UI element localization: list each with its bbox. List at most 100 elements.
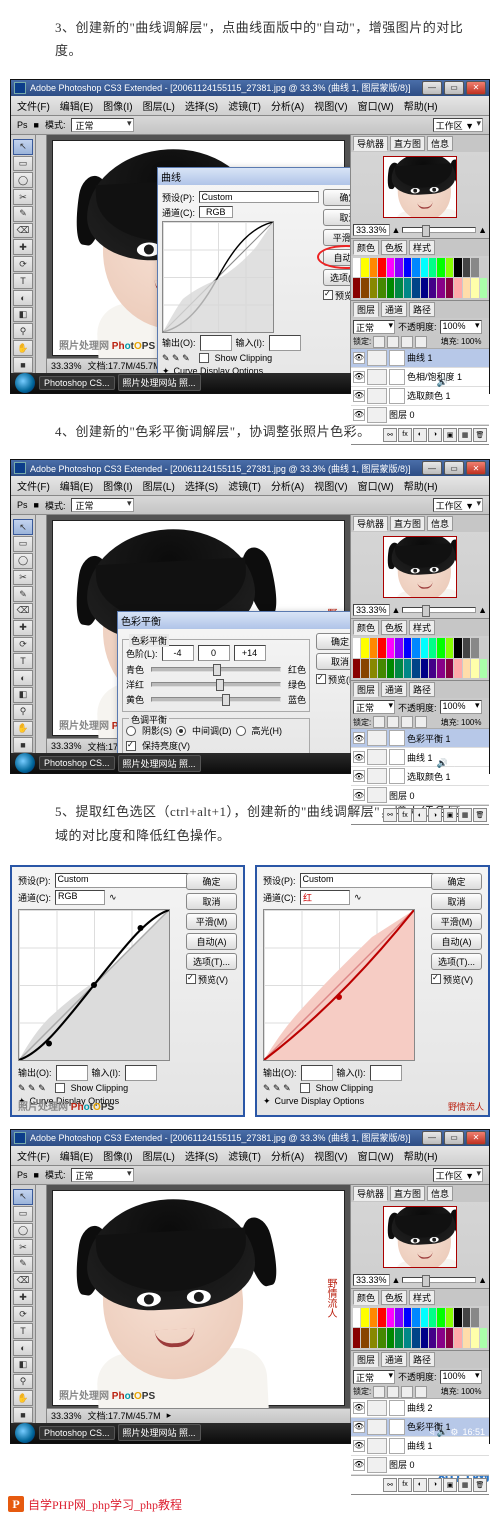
tool-button[interactable]: ■ (13, 357, 33, 373)
swatch[interactable] (421, 638, 428, 658)
swatch[interactable] (463, 1308, 470, 1328)
magenta-green-slider[interactable] (151, 682, 281, 687)
swatch[interactable] (412, 258, 419, 278)
tool-button[interactable]: ◧ (13, 687, 33, 703)
ok-button[interactable]: 确定 (431, 873, 482, 890)
tool-button[interactable]: ✎ (13, 1256, 33, 1272)
close-button[interactable]: ✕ (466, 81, 486, 95)
swatch[interactable] (353, 1308, 360, 1328)
options-button[interactable]: 选项(T)... (186, 953, 237, 970)
taskbar-item[interactable]: Photoshop CS... (39, 376, 115, 390)
navigator-thumb[interactable] (383, 156, 457, 218)
swatch[interactable] (378, 278, 385, 298)
menu-item[interactable]: 图像(I) (103, 478, 132, 493)
canvas-area[interactable]: 野情流人 照片处理网 PhotOPS 33.33%文档:17.7M/45.7M▸… (47, 515, 350, 753)
tool-button[interactable]: ◯ (13, 172, 33, 188)
panel-tab[interactable]: 色板 (381, 1290, 407, 1305)
layer-row[interactable]: 👁曲线 2 (351, 1399, 489, 1418)
swatch[interactable] (370, 1308, 377, 1328)
nav-zoom[interactable]: 33.33% (353, 604, 390, 616)
menu-item[interactable]: 窗口(W) (358, 98, 394, 113)
panel-tab[interactable]: 导航器 (353, 1186, 388, 1201)
tool-button[interactable]: ▭ (13, 156, 33, 172)
visibility-icon[interactable]: 👁 (353, 1402, 365, 1414)
swatch[interactable] (446, 1308, 453, 1328)
swatch[interactable] (463, 278, 470, 298)
swatch[interactable] (395, 638, 402, 658)
cancel-button[interactable]: 取消 (186, 893, 237, 910)
tool-button[interactable]: ✂ (13, 189, 33, 205)
tool-button[interactable]: ⟳ (13, 637, 33, 653)
tool-button[interactable]: T (13, 653, 33, 669)
blend-mode-select[interactable]: 正常 (71, 1168, 134, 1182)
swatches-grid[interactable] (351, 256, 489, 300)
display-options-toggle[interactable]: Curve Display Options (174, 366, 264, 373)
layer-blend-select[interactable]: 正常 (353, 1370, 395, 1384)
tool-button[interactable]: ✚ (13, 620, 33, 636)
menu-item[interactable]: 分析(A) (271, 1148, 304, 1163)
nav-slider[interactable] (402, 227, 476, 233)
fill-field[interactable]: 100% (461, 1387, 487, 1396)
panel-tab[interactable]: 图层 (353, 682, 379, 697)
layer-row[interactable]: 👁图层 0 (351, 406, 489, 425)
navigator-thumb[interactable] (383, 536, 457, 598)
tool-button[interactable]: ◯ (13, 553, 33, 569)
layer-row[interactable]: 👁图层 0 (351, 1456, 489, 1475)
swatch[interactable] (370, 659, 377, 679)
highlights-radio[interactable] (236, 726, 246, 736)
swatch[interactable] (429, 278, 436, 298)
clip-checkbox[interactable] (199, 353, 209, 363)
swatch[interactable] (454, 1328, 461, 1348)
toolbox[interactable]: ↖▭◯✂✎⌫✚⟳T◐◧⚲✋■ (11, 515, 36, 753)
options-bar[interactable]: Ps■ 模式: 正常 工作区 ▼ (11, 116, 489, 135)
tool-button[interactable]: ⚲ (13, 323, 33, 339)
tool-button[interactable]: ◐ (13, 670, 33, 686)
swatch[interactable] (404, 278, 411, 298)
curve-graph[interactable] (18, 909, 170, 1061)
panel-tab[interactable]: 通道 (381, 682, 407, 697)
options-button[interactable]: 选项(T)... (323, 269, 350, 286)
swatch[interactable] (446, 638, 453, 658)
swatch[interactable] (412, 1328, 419, 1348)
tool-button[interactable]: ↖ (13, 139, 33, 155)
taskbar-item[interactable]: 照片处理网站 照... (118, 755, 201, 772)
swatch[interactable] (480, 278, 487, 298)
swatch[interactable] (353, 258, 360, 278)
panel-tab[interactable]: 直方图 (390, 516, 425, 531)
auto-button[interactable]: 自动(A) (186, 933, 237, 950)
swatch[interactable] (361, 258, 368, 278)
close-button[interactable]: ✕ (466, 461, 486, 475)
tool-button[interactable]: ⟳ (13, 1306, 33, 1322)
swatch[interactable] (387, 258, 394, 278)
visibility-icon[interactable]: 👁 (353, 770, 365, 782)
input-field[interactable] (370, 1065, 402, 1081)
zoom-readout[interactable]: 33.33% (51, 1411, 82, 1421)
swatch[interactable] (463, 638, 470, 658)
tool-button[interactable]: ✎ (13, 586, 33, 602)
panel-tab[interactable]: 直方图 (390, 1186, 425, 1201)
swatch[interactable] (480, 659, 487, 679)
learn-link[interactable]: 自学PHP网_php学习_php教程 (28, 1496, 182, 1513)
swatch[interactable] (437, 1328, 444, 1348)
swatch[interactable] (412, 278, 419, 298)
toolbox[interactable]: ↖▭◯✂✎⌫✚⟳T◐◧⚲✋■ (11, 135, 36, 373)
preserve-lum-checkbox[interactable] (126, 741, 136, 751)
panel-tab[interactable]: 图层 (353, 1352, 379, 1367)
layer-row[interactable]: 👁色彩平衡 1 (351, 729, 489, 748)
output-field[interactable] (200, 335, 232, 351)
toolbox-dock[interactable] (36, 515, 47, 753)
menu-item[interactable]: 图像(I) (103, 1148, 132, 1163)
preview-checkbox[interactable] (316, 674, 326, 684)
panel-tab[interactable]: 图层 (353, 302, 379, 317)
swatch[interactable] (463, 258, 470, 278)
shadows-radio[interactable] (126, 726, 136, 736)
cancel-button[interactable]: 取消 (323, 209, 350, 226)
swatch[interactable] (429, 1308, 436, 1328)
toolbox-dock[interactable] (36, 1185, 47, 1423)
panel-tab[interactable]: 色板 (381, 240, 407, 255)
visibility-icon[interactable]: 👁 (353, 1440, 365, 1452)
menu-item[interactable]: 分析(A) (271, 98, 304, 113)
swatch[interactable] (429, 659, 436, 679)
menu-item[interactable]: 窗口(W) (358, 478, 394, 493)
maximize-button[interactable]: ▭ (444, 81, 464, 95)
